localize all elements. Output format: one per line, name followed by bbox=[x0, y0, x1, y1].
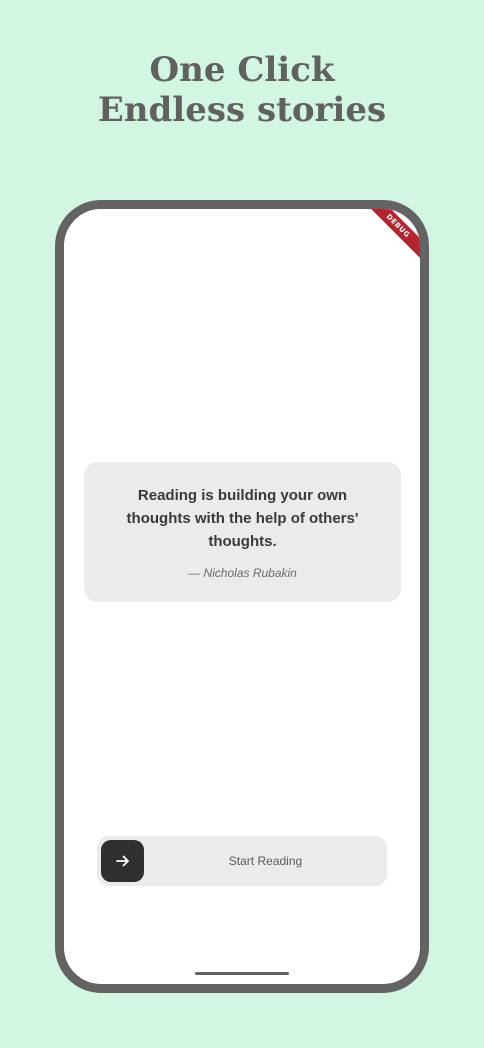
phone-frame: DEBUG Reading is building your own thoug… bbox=[55, 200, 429, 993]
quote-author: — Nicholas Rubakin bbox=[188, 566, 297, 580]
headline-line-2: Endless stories bbox=[97, 90, 387, 130]
quote-text: Reading is building your own thoughts wi… bbox=[126, 487, 359, 550]
start-reading-label: Start Reading bbox=[228, 854, 303, 868]
headline-line-1: One Click bbox=[149, 50, 335, 90]
quote-card: Reading is building your own thoughts wi… bbox=[84, 462, 401, 602]
start-reading-button[interactable] bbox=[101, 840, 144, 882]
home-indicator[interactable] bbox=[195, 972, 289, 975]
debug-banner: DEBUG bbox=[360, 209, 420, 264]
arrow-right-icon bbox=[115, 855, 129, 867]
start-reading-slider[interactable]: Start Reading bbox=[97, 836, 387, 886]
